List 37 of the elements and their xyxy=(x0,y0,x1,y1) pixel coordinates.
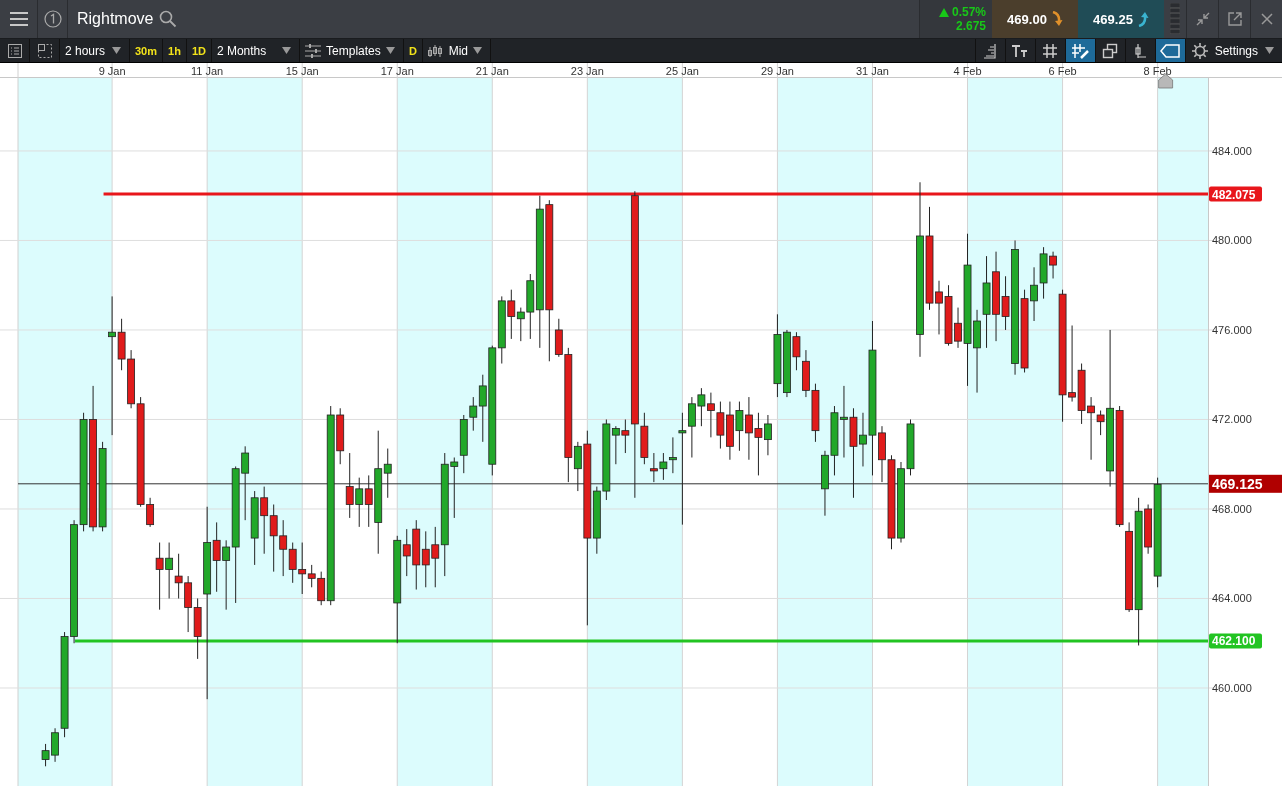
y-axis-tick-label: 460.000 xyxy=(1212,682,1252,694)
interval-chip[interactable]: 1h xyxy=(163,39,187,62)
dropdown-select[interactable]: 2 hours xyxy=(60,39,130,62)
date-label: 8 Feb xyxy=(1143,64,1172,77)
price-type-dropdown[interactable]: Mid xyxy=(422,39,491,62)
level-price-tag: 462.100 xyxy=(1209,633,1262,649)
date-label: 6 Feb xyxy=(1048,64,1077,77)
ref-line-label: 482.075 xyxy=(1212,187,1256,202)
y-axis-tick-label: 480.000 xyxy=(1212,234,1252,247)
interval-chip[interactable]: 30m xyxy=(130,39,164,62)
points-change: 2.675 xyxy=(955,19,986,33)
date-label: 23 Jan xyxy=(570,64,604,77)
sell-price-button[interactable]: 469.00 xyxy=(992,0,1078,38)
date-label: 15 Jan xyxy=(285,64,319,77)
settings-button[interactable]: Settings xyxy=(1184,39,1282,62)
buy-price-button[interactable]: 469.25 xyxy=(1078,0,1164,38)
y-axis-tick-label: 468.000 xyxy=(1212,503,1252,515)
y-axis-tick-label: 464.000 xyxy=(1212,592,1252,605)
interval-chip[interactable]: D xyxy=(403,39,423,62)
percent-change: 0.57% xyxy=(951,5,986,19)
date-label: 9 Jan xyxy=(98,64,126,77)
date-label: 25 Jan xyxy=(665,64,699,77)
y-axis-tick-label: 472.000 xyxy=(1212,413,1252,426)
dropdown-select[interactable]: 2 Months xyxy=(211,39,300,62)
y-axis-tick-label: 484.000 xyxy=(1212,144,1252,157)
y-axis-tick-label: 476.000 xyxy=(1212,323,1252,336)
date-label: 31 Jan xyxy=(855,64,889,77)
date-label: 17 Jan xyxy=(380,64,414,77)
date-label: 21 Jan xyxy=(475,64,509,77)
ref-line-label: 469.125 xyxy=(1212,475,1263,492)
date-label: 11 Jan xyxy=(191,64,224,77)
ref-line-label: 462.100 xyxy=(1212,634,1256,649)
date-label: 4 Feb xyxy=(953,64,982,77)
instrument-title: Rightmove xyxy=(77,10,154,28)
interval-chip[interactable]: 1D xyxy=(186,39,212,62)
date-label: 29 Jan xyxy=(760,64,794,77)
templates-dropdown[interactable]: Templates xyxy=(299,39,404,62)
